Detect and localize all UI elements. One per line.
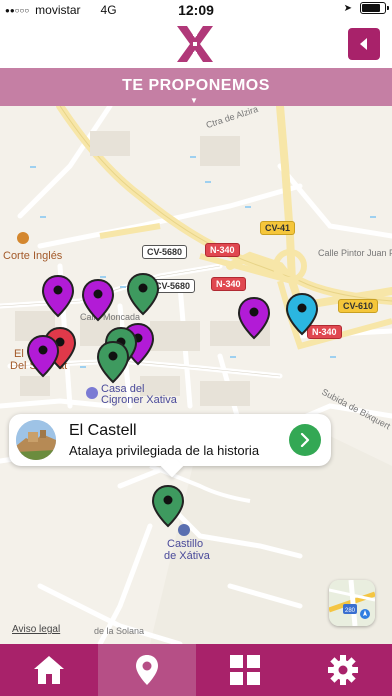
- back-button[interactable]: [348, 28, 380, 60]
- back-arrow-icon: [360, 38, 367, 50]
- tab-home[interactable]: [0, 644, 98, 696]
- poi-de-xativa: de Xátiva: [164, 550, 210, 562]
- status-bar: ●●○○○ movistar 4G 12:09 ➤: [0, 0, 392, 20]
- pin-purple-3[interactable]: [237, 296, 271, 340]
- road-shield-cv5680: CV-5680: [142, 245, 188, 259]
- poi-cigroner: Cigroner Xativa: [101, 394, 177, 406]
- street-label-la-solana: de la Solana: [94, 626, 145, 636]
- pin-green-1[interactable]: [126, 272, 160, 316]
- tab-map[interactable]: [98, 644, 196, 696]
- callout-subtitle: Atalaya privilegiada de la historia: [69, 443, 260, 458]
- pin-purple-4[interactable]: [26, 334, 60, 378]
- place-thumbnail: [16, 420, 56, 460]
- tab-grid[interactable]: [196, 644, 294, 696]
- poi-corte-ingles: Corte Inglés: [3, 250, 63, 262]
- grid-icon: [230, 655, 260, 685]
- x-ornament-logo: [173, 24, 217, 64]
- road-shield-cv610: CV-610: [338, 299, 379, 313]
- place-callout[interactable]: El Castell Atalaya privilegiada de la hi…: [9, 414, 331, 466]
- battery-icon: [360, 2, 389, 14]
- legal-link[interactable]: Aviso legal: [12, 624, 60, 635]
- section-title: TE PROPONEMOS: [122, 77, 270, 94]
- road-shield-cv41: CV-41: [260, 221, 296, 235]
- apple-maps-icon[interactable]: 280: [329, 580, 375, 626]
- gear-icon: [328, 655, 358, 685]
- location-arrow-icon: ➤: [343, 2, 352, 14]
- chevron-right-icon: [300, 433, 310, 447]
- title-bar[interactable]: TE PROPONEMOS ▼: [0, 68, 392, 106]
- road-shield-n340: N-340: [205, 243, 240, 257]
- pin-purple-2[interactable]: [81, 278, 115, 322]
- map-view[interactable]: Ctra de Alzira Calle Moncada Calle Pinto…: [0, 106, 392, 644]
- pin-purple-1[interactable]: [41, 274, 75, 318]
- street-label-pintor-juan-frances: Calle Pintor Juan Francés: [318, 248, 392, 258]
- tab-bar: [0, 644, 392, 696]
- callout-title: El Castell: [69, 422, 137, 439]
- pin-green-castell[interactable]: [151, 484, 185, 528]
- home-icon: [34, 656, 64, 684]
- app-header: [0, 20, 392, 68]
- road-shield-n340-b: N-340: [211, 277, 246, 291]
- battery-level: [362, 4, 380, 12]
- pin-green-3[interactable]: [96, 340, 130, 384]
- clock: 12:09: [178, 2, 214, 18]
- tab-settings[interactable]: [294, 644, 392, 696]
- callout-detail-button[interactable]: [289, 424, 321, 456]
- poi-castillo: Castillo: [167, 538, 204, 550]
- svg-text:280: 280: [345, 608, 356, 614]
- location-pin-icon: [136, 655, 158, 685]
- poi-el: El: [14, 348, 24, 360]
- shopping-bag-icon: [17, 232, 29, 244]
- pin-cyan-1[interactable]: [285, 292, 319, 336]
- dropdown-caret-icon: ▼: [190, 96, 198, 105]
- bed-icon: [86, 387, 98, 399]
